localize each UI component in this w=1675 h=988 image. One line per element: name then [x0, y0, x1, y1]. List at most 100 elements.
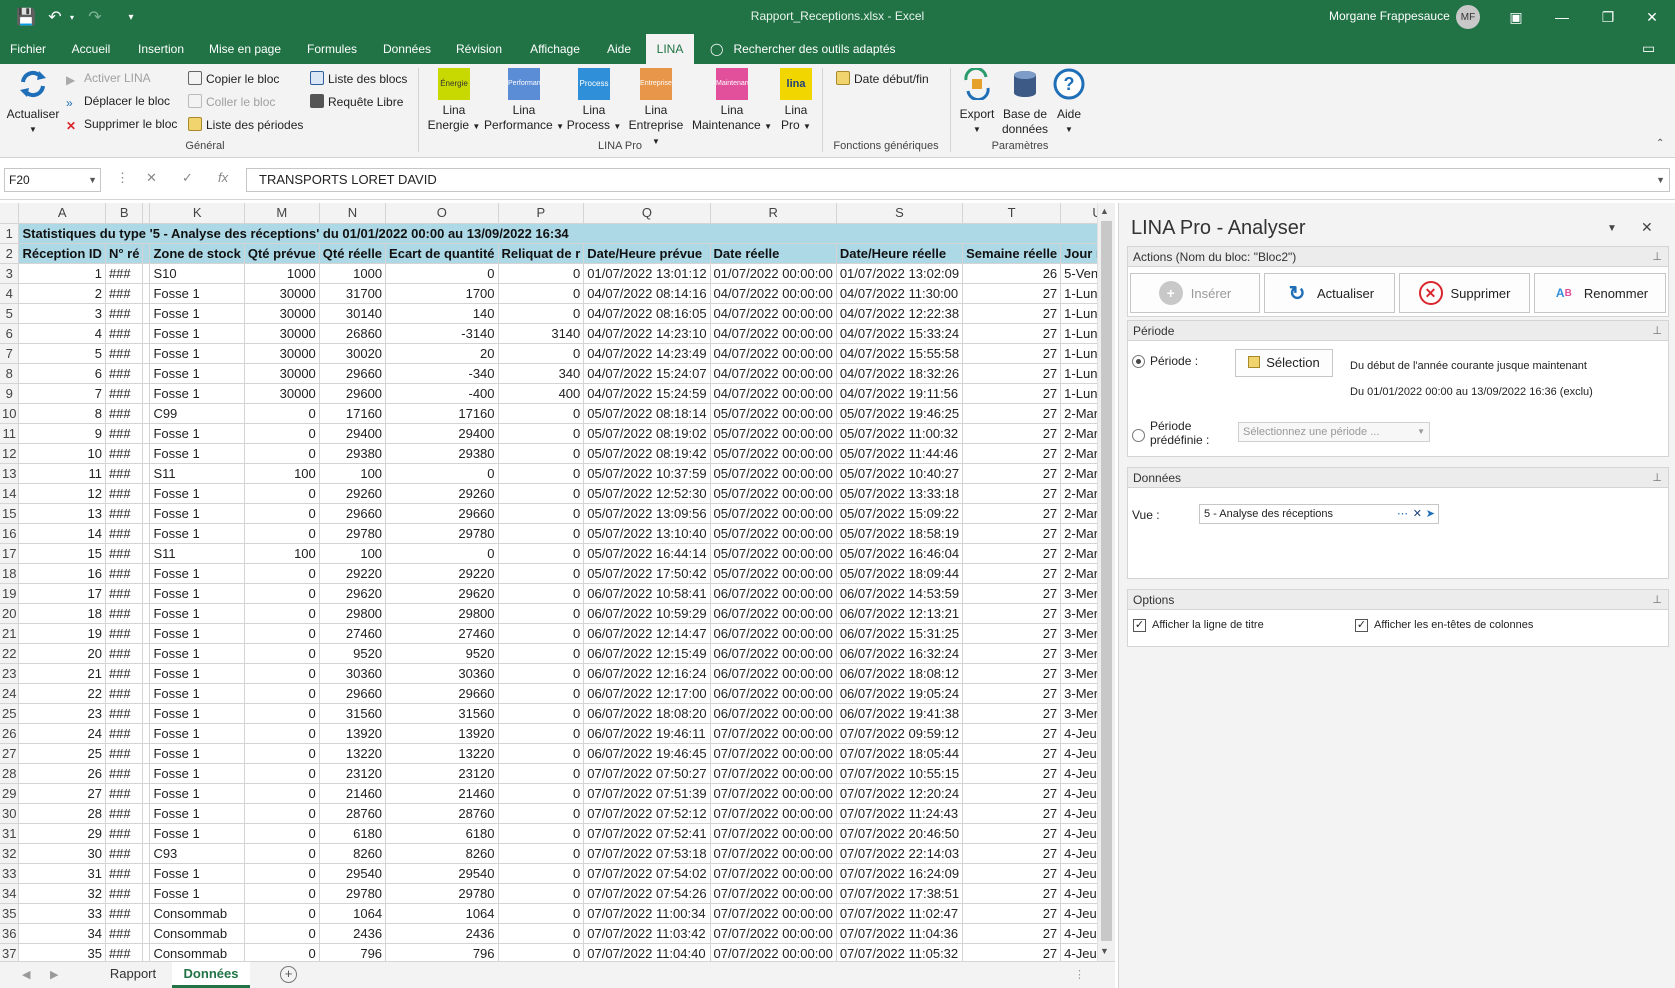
table-cell[interactable] — [142, 343, 151, 364]
table-cell[interactable]: 6180 — [319, 823, 387, 844]
table-cell[interactable]: 2-Mardi — [1060, 483, 1097, 504]
table-cell[interactable]: 2-Mardi — [1060, 403, 1097, 424]
table-cell[interactable]: 27 — [962, 543, 1062, 564]
table-cell[interactable]: 05/07/2022 17:50:42 — [583, 563, 711, 584]
table-cell[interactable]: 06/07/2022 12:16:24 — [583, 663, 711, 684]
table-cell[interactable]: 26 — [18, 763, 106, 784]
table-cell[interactable]: 1000 — [244, 263, 320, 284]
table-cell[interactable]: 27 — [962, 703, 1062, 724]
table-cell[interactable]: 4-Jeudi — [1060, 903, 1097, 924]
table-cell[interactable]: ### — [105, 403, 144, 424]
table-cell[interactable]: 24 — [18, 723, 106, 744]
table-cell[interactable]: 3-Mercredi — [1060, 583, 1097, 604]
table-cell[interactable]: 27 — [962, 583, 1062, 604]
table-cell[interactable]: 07/07/2022 00:00:00 — [710, 783, 837, 804]
table-cell[interactable]: 07/07/2022 22:14:03 — [836, 843, 964, 864]
table-cell[interactable]: 29540 — [319, 863, 387, 884]
table-cell[interactable]: 4-Jeudi — [1060, 843, 1097, 864]
row-header[interactable]: 27 — [0, 743, 20, 764]
table-cell[interactable]: 9520 — [319, 643, 387, 664]
export-button[interactable]: Export ▼ — [954, 66, 1000, 137]
table-cell[interactable]: 07/07/2022 00:00:00 — [710, 843, 837, 864]
header-cell[interactable]: Reliquat de r — [498, 243, 585, 264]
table-cell[interactable]: 0 — [498, 683, 585, 704]
table-cell[interactable]: 04/07/2022 14:23:49 — [583, 343, 711, 364]
tab-mise-en-page[interactable]: Mise en page — [200, 34, 290, 64]
table-cell[interactable]: 0 — [244, 763, 320, 784]
table-cell[interactable]: 30000 — [244, 343, 320, 364]
table-cell[interactable] — [142, 263, 151, 284]
table-cell[interactable]: 06/07/2022 19:46:45 — [583, 743, 711, 764]
table-cell[interactable]: S10 — [149, 263, 245, 284]
row-header[interactable]: 15 — [0, 503, 20, 524]
table-cell[interactable]: 30000 — [244, 383, 320, 404]
lina-pro-button[interactable]: lina Lina Pro ▼ — [776, 68, 816, 134]
sheet-tab-donnees[interactable]: Données — [172, 962, 250, 988]
table-cell[interactable]: C93 — [149, 843, 245, 864]
table-cell[interactable]: 0 — [244, 703, 320, 724]
table-cell[interactable]: 30020 — [319, 343, 387, 364]
table-cell[interactable]: ### — [105, 903, 144, 924]
table-cell[interactable]: 27 — [962, 883, 1062, 904]
table-cell[interactable]: Consommab — [149, 903, 245, 924]
table-cell[interactable]: 07/07/2022 11:03:42 — [583, 923, 711, 944]
table-cell[interactable]: 340 — [498, 363, 585, 384]
table-cell[interactable]: 04/07/2022 15:24:07 — [583, 363, 711, 384]
table-cell[interactable] — [142, 763, 151, 784]
table-cell[interactable]: ### — [105, 263, 144, 284]
table-cell[interactable]: C99 — [149, 403, 245, 424]
table-cell[interactable]: 04/07/2022 00:00:00 — [710, 383, 837, 404]
table-cell[interactable]: 0 — [498, 943, 585, 961]
column-header[interactable]: Q — [583, 203, 711, 224]
table-cell[interactable]: 05/07/2022 00:00:00 — [710, 543, 837, 564]
table-cell[interactable]: 0 — [498, 623, 585, 644]
table-cell[interactable]: 2-Mardi — [1060, 543, 1097, 564]
table-cell[interactable]: 06/07/2022 10:58:41 — [583, 583, 711, 604]
table-cell[interactable] — [142, 883, 151, 904]
table-cell[interactable]: Fosse 1 — [149, 883, 245, 904]
table-cell[interactable]: 07/07/2022 00:00:00 — [710, 803, 837, 824]
table-cell[interactable]: 796 — [385, 943, 499, 961]
table-cell[interactable]: 0 — [244, 883, 320, 904]
column-header[interactable]: U — [1060, 203, 1097, 224]
pin-icon[interactable]: ⊥ — [1652, 247, 1662, 267]
table-cell[interactable]: 4-Jeudi — [1060, 923, 1097, 944]
table-cell[interactable]: 1-Lundi — [1060, 363, 1097, 384]
table-cell[interactable]: 29800 — [385, 603, 499, 624]
table-cell[interactable]: 18 — [18, 603, 106, 624]
table-cell[interactable]: 05/07/2022 00:00:00 — [710, 403, 837, 424]
table-cell[interactable]: 05/07/2022 00:00:00 — [710, 423, 837, 444]
table-cell[interactable]: 27 — [962, 603, 1062, 624]
table-cell[interactable]: 13 — [18, 503, 106, 524]
table-cell[interactable]: 1-Lundi — [1060, 343, 1097, 364]
table-cell[interactable]: 14 — [18, 523, 106, 544]
table-cell[interactable]: 11 — [18, 463, 106, 484]
table-cell[interactable]: ### — [105, 563, 144, 584]
table-cell[interactable]: 27 — [962, 463, 1062, 484]
table-cell[interactable] — [142, 903, 151, 924]
chevron-left-icon[interactable]: ◀ — [22, 968, 30, 981]
table-cell[interactable]: 06/07/2022 19:46:11 — [583, 723, 711, 744]
table-cell[interactable]: 9 — [18, 423, 106, 444]
header-cell[interactable] — [142, 243, 151, 264]
table-cell[interactable]: ### — [105, 663, 144, 684]
table-cell[interactable]: 1700 — [385, 283, 499, 304]
table-cell[interactable]: 27 — [962, 643, 1062, 664]
table-cell[interactable]: 06/07/2022 00:00:00 — [710, 683, 837, 704]
liste-periodes-button[interactable]: Liste des périodes — [188, 117, 303, 132]
table-cell[interactable]: 0 — [244, 923, 320, 944]
table-cell[interactable]: 0 — [498, 743, 585, 764]
header-cell[interactable]: Semaine réelle — [962, 243, 1062, 264]
table-cell[interactable]: 07/07/2022 18:05:44 — [836, 743, 964, 764]
table-cell[interactable]: Fosse 1 — [149, 723, 245, 744]
row-header[interactable]: 16 — [0, 523, 20, 544]
formula-input[interactable]: TRANSPORTS LORET DAVID ▼ — [246, 168, 1670, 192]
table-cell[interactable]: 0 — [244, 803, 320, 824]
table-cell[interactable] — [142, 363, 151, 384]
scrollbar-thumb[interactable] — [1101, 221, 1112, 941]
table-cell[interactable]: 6 — [18, 363, 106, 384]
table-cell[interactable]: ### — [105, 623, 144, 644]
row-header[interactable]: 20 — [0, 603, 20, 624]
table-cell[interactable] — [142, 843, 151, 864]
table-cell[interactable]: 31 — [18, 863, 106, 884]
